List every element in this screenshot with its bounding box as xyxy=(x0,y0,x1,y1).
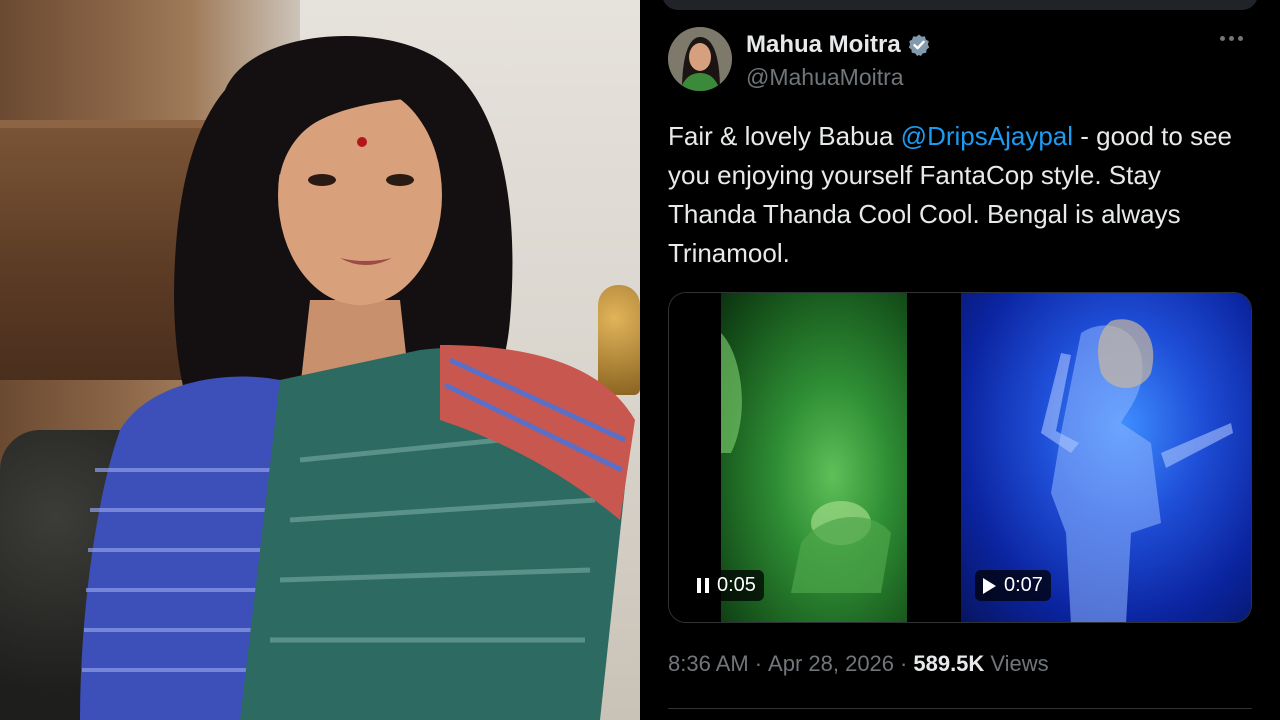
tweet-text: Fair & lovely Babua @DripsAjaypal - good… xyxy=(668,117,1248,273)
video-1[interactable]: 0:05 xyxy=(669,293,955,622)
media-grid: 0:05 0:07 xyxy=(668,292,1252,623)
author-name-row: Mahua Moitra xyxy=(746,31,931,59)
verified-badge-icon xyxy=(907,33,931,57)
separator: · xyxy=(754,651,763,676)
video-2-duration-badge: 0:07 xyxy=(975,570,1051,601)
woman-portrait xyxy=(80,35,635,720)
tweet-text-part-1: Fair & lovely Babua xyxy=(668,121,901,151)
avatar[interactable] xyxy=(668,27,732,91)
video-2-duration: 0:07 xyxy=(1004,574,1043,596)
views-count: 589.5K xyxy=(913,651,985,676)
play-icon[interactable] xyxy=(983,577,996,594)
video-1-duration: 0:05 xyxy=(717,574,756,596)
video-2[interactable]: 0:07 xyxy=(961,293,1251,622)
tweet-date[interactable]: Apr 28, 2026 xyxy=(768,651,894,677)
tweet-meta: 8:36 AM · Apr 28, 2026 · 589.5K Views xyxy=(668,651,1049,677)
author-handle[interactable]: @MahuaMoitra xyxy=(746,64,904,91)
separator: · xyxy=(900,651,908,676)
profile-photo xyxy=(0,0,640,720)
divider xyxy=(668,708,1252,709)
tweet-time[interactable]: 8:36 AM xyxy=(668,651,749,677)
views-label: Views xyxy=(990,651,1049,676)
pause-icon[interactable] xyxy=(697,578,709,593)
search-bar[interactable] xyxy=(662,0,1258,10)
tweet-card: Mahua Moitra @MahuaMoitra Fair & lovely … xyxy=(640,0,1280,720)
more-options-icon[interactable] xyxy=(1220,36,1243,41)
display-name[interactable]: Mahua Moitra xyxy=(746,31,901,59)
video-1-duration-badge: 0:05 xyxy=(689,570,764,601)
mention-link[interactable]: @DripsAjaypal xyxy=(901,121,1073,151)
